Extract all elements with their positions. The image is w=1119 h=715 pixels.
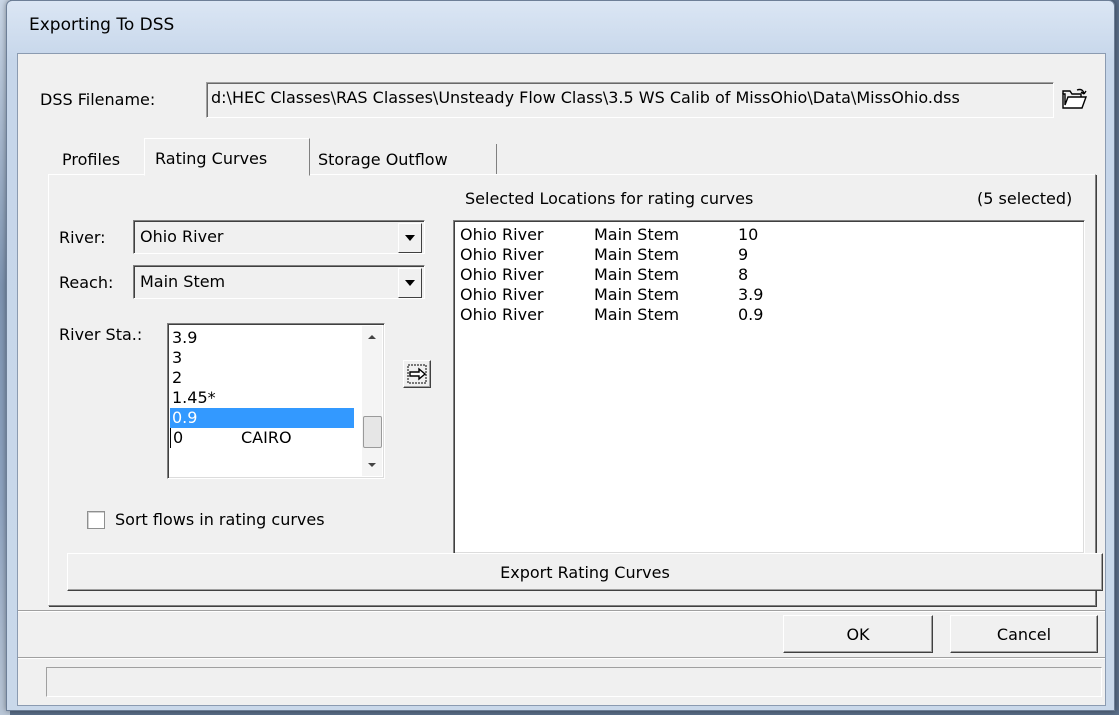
reach-dropdown-button[interactable] (398, 268, 422, 298)
list-item[interactable]: 3.9 (170, 328, 356, 348)
tab-storage-outflow-label: Storage Outflow (318, 150, 448, 169)
ok-button-label: OK (846, 625, 870, 644)
open-folder-icon (1062, 88, 1087, 109)
scroll-down-icon (368, 463, 376, 467)
tab-rating-curves-label: Rating Curves (155, 149, 268, 168)
title-bar[interactable]: Exporting To DSS (7, 1, 1114, 53)
scroll-thumb[interactable] (363, 416, 382, 448)
list-item[interactable]: 0 CAIRO (170, 428, 357, 448)
river-station-scrollbar[interactable] (362, 326, 382, 476)
divider (18, 610, 1105, 612)
rating-curves-panel: River: Ohio River Reach: Main Stem River… (48, 174, 1103, 606)
list-item[interactable]: 3 (170, 348, 356, 368)
list-item[interactable]: 1.45* (170, 388, 356, 408)
list-item[interactable]: Ohio River Main Stem 0.9 (456, 305, 1076, 325)
chevron-down-icon (405, 280, 415, 286)
add-arrow-icon (407, 364, 427, 384)
dss-filename-value: d:\HEC Classes\RAS Classes\Unsteady Flow… (211, 88, 960, 107)
export-button-label: Export Rating Curves (500, 563, 670, 582)
reach-dropdown[interactable]: Main Stem (133, 265, 425, 299)
river-dropdown[interactable]: Ohio River (133, 220, 425, 254)
list-item-selected[interactable]: 0.9 (170, 408, 354, 428)
tab-profiles[interactable]: Profiles (48, 144, 142, 174)
selected-locations-header: Selected Locations for rating curves (465, 189, 754, 208)
river-value: Ohio River (140, 227, 224, 246)
selected-count: (5 selected) (977, 189, 1073, 208)
sort-flows-checkbox[interactable] (87, 511, 105, 529)
tab-storage-outflow[interactable]: Storage Outflow (310, 144, 497, 174)
export-dss-dialog: Exporting To DSS DSS Filename: d:\HEC Cl… (6, 0, 1115, 711)
chevron-down-icon (405, 235, 415, 241)
list-item[interactable]: Ohio River Main Stem 8 (456, 265, 1076, 285)
add-location-button[interactable] (403, 360, 431, 388)
scroll-up-icon (368, 335, 376, 339)
list-item[interactable]: Ohio River Main Stem 3.9 (456, 285, 1076, 305)
river-station-list[interactable]: 3.9 3 2 1.45* 0.9 0 CAIRO (167, 323, 385, 479)
river-station-label: River Sta.: (59, 325, 143, 344)
selected-locations-list[interactable]: Ohio River Main Stem 10 Ohio River Main … (453, 220, 1085, 554)
ok-button[interactable]: OK (783, 615, 933, 653)
export-rating-curves-button[interactable]: Export Rating Curves (67, 553, 1103, 591)
window-title: Exporting To DSS (29, 15, 175, 35)
dss-filename-field[interactable]: d:\HEC Classes\RAS Classes\Unsteady Flow… (206, 82, 1054, 118)
list-item[interactable]: Ohio River Main Stem 10 (456, 225, 1076, 245)
status-bar (46, 667, 1102, 697)
tab-rating-curves[interactable]: Rating Curves (144, 138, 310, 176)
browse-button[interactable] (1057, 82, 1091, 116)
river-dropdown-button[interactable] (398, 223, 422, 253)
list-item[interactable]: Ohio River Main Stem 9 (456, 245, 1076, 265)
list-item[interactable]: 2 (170, 368, 356, 388)
sort-flows-label: Sort flows in rating curves (115, 510, 325, 529)
tab-profiles-label: Profiles (62, 150, 121, 169)
cancel-button-label: Cancel (996, 625, 1052, 644)
reach-value: Main Stem (140, 272, 226, 291)
divider (18, 657, 1105, 659)
river-label: River: (59, 228, 106, 247)
dialog-client-area: DSS Filename: d:\HEC Classes\RAS Classes… (17, 53, 1106, 706)
dss-filename-label: DSS Filename: (40, 90, 156, 109)
cancel-button[interactable]: Cancel (950, 615, 1098, 653)
reach-label: Reach: (59, 273, 114, 292)
